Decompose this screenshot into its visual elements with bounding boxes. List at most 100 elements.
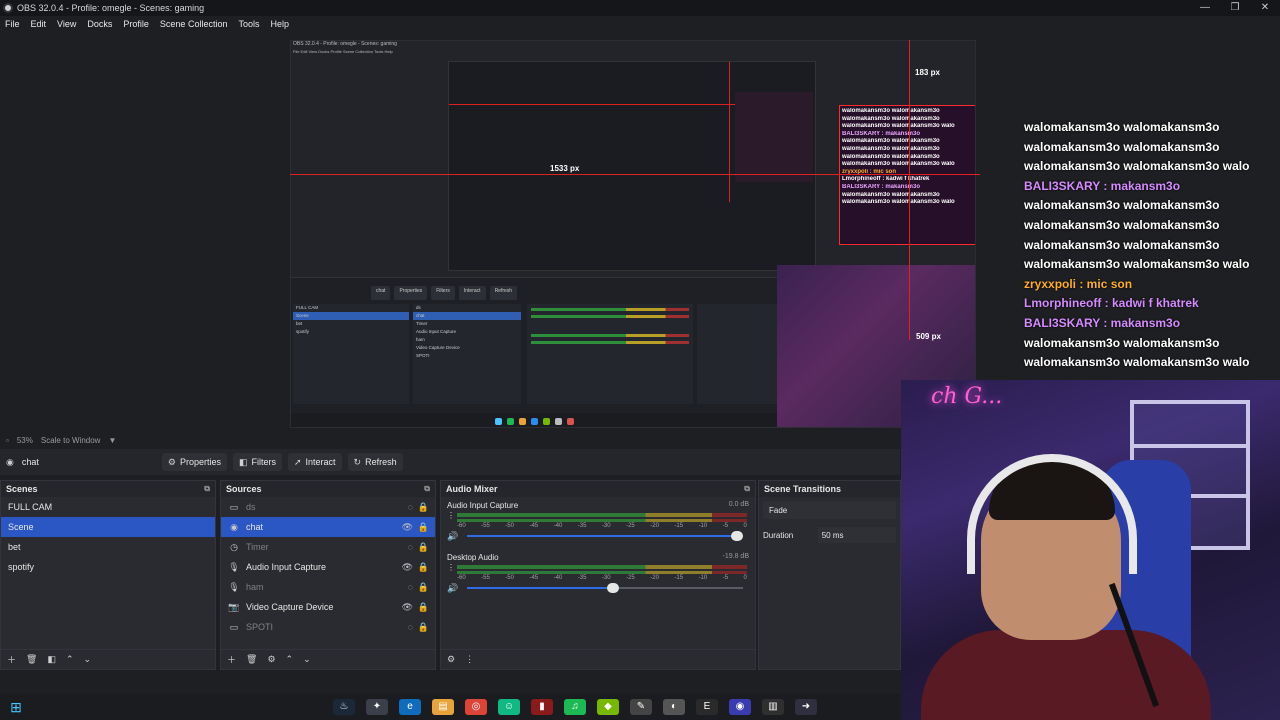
nested-source: Timer	[416, 321, 428, 326]
refresh-button[interactable]: ↻ Refresh	[347, 453, 403, 471]
windows-start-icon[interactable]: ⊞	[0, 699, 32, 716]
app-icon[interactable]: ◉	[729, 699, 751, 715]
visibility-eye-icon[interactable]: 👁	[402, 602, 413, 613]
steam-icon[interactable]: ♨	[333, 699, 355, 715]
volume-knob[interactable]	[606, 583, 619, 593]
gear-icon[interactable]: ⚙	[447, 654, 455, 665]
lock-icon[interactable]: 🔒	[418, 542, 429, 553]
menu-tools[interactable]: Tools	[238, 19, 259, 29]
undock-icon[interactable]: ⧉	[424, 484, 430, 494]
source-item[interactable]: ▭ SPOTI ◌ 🔒	[221, 617, 435, 637]
visibility-eye-icon[interactable]: 👁	[402, 562, 413, 573]
lock-icon[interactable]: 🔒	[418, 602, 429, 613]
app-icon[interactable]: ▮	[531, 699, 553, 715]
more-icon[interactable]: ⋮	[447, 511, 455, 520]
volume-slider[interactable]	[467, 531, 743, 541]
filters-button[interactable]: ◧ Filters	[232, 453, 282, 471]
chart-icon[interactable]: ▥	[762, 699, 784, 715]
scene-item[interactable]: bet	[1, 537, 215, 557]
chrome-icon[interactable]: ◎	[465, 699, 487, 715]
menu-docks[interactable]: Docks	[87, 19, 112, 29]
minimize-button[interactable]: —	[1190, 0, 1220, 16]
visibility-eye-icon[interactable]: ◌	[408, 542, 413, 552]
chat-overlay: walomakansm3o walomakansm3o walomakansm3o…	[1024, 118, 1280, 373]
lock-icon[interactable]: 🔒	[418, 622, 429, 633]
add-icon[interactable]: ＋	[227, 653, 236, 666]
visibility-eye-icon[interactable]: 👁	[402, 522, 413, 533]
epic-games-icon[interactable]: E	[696, 699, 718, 715]
app-icon[interactable]: ✎	[630, 699, 652, 715]
source-item[interactable]: ◷ Timer ◌ 🔒	[221, 537, 435, 557]
trash-icon[interactable]: 🗑	[246, 654, 257, 665]
meter-scale: -60 -55 -50 -45 -40 -35 -30 -25 -20 -15 -10 -5 0	[457, 523, 747, 529]
filter-icon[interactable]: ◧	[47, 654, 56, 665]
sources-list: ▭ ds ◌ 🔒 ◉ chat 👁 🔒 ◷ Timer ◌ 🔒 🎙 Audio Input Capture…	[221, 497, 435, 637]
nested-title: OBS 32.0.4 - Profile: omegle - Scenes: g…	[293, 41, 397, 47]
more-icon[interactable]: ⋮	[447, 563, 455, 572]
visibility-eye-icon[interactable]: ◌	[408, 502, 413, 512]
volume-knob[interactable]	[731, 531, 743, 541]
obs-icon[interactable]: ◐	[663, 699, 685, 715]
menu-file[interactable]: File	[5, 19, 20, 29]
source-item[interactable]: 🎙 Audio Input Capture 👁 🔒	[221, 557, 435, 577]
properties-button[interactable]: ⚙ Properties	[161, 453, 227, 471]
trash-icon[interactable]: 🗑	[26, 654, 37, 665]
source-visibility-icon: ◉	[6, 456, 14, 467]
transition-type-select[interactable]: Fade	[763, 501, 896, 519]
scene-item[interactable]: Scene	[1, 517, 215, 537]
gear-icon[interactable]: ⚙	[267, 654, 275, 665]
menu-help[interactable]: Help	[270, 19, 289, 29]
menu-scene-collection[interactable]: Scene Collection	[160, 19, 228, 29]
nvidia-icon[interactable]: ◆	[597, 699, 619, 715]
speaker-icon[interactable]: 🔊	[447, 531, 458, 542]
speaker-icon[interactable]: 🔊	[447, 583, 458, 594]
move-down-icon[interactable]: ⌄	[84, 654, 92, 665]
chat-message: walomakansm3o walomakansm3o	[1024, 139, 1220, 154]
discord-icon[interactable]: ☺	[498, 699, 520, 715]
undock-icon[interactable]: ⧉	[204, 484, 210, 494]
source-item[interactable]: ▭ ds ◌ 🔒	[221, 497, 435, 517]
duration-input[interactable]: 50 ms	[817, 527, 896, 543]
maximize-button[interactable]: ❐	[1220, 0, 1250, 16]
spotify-icon[interactable]: ♫	[564, 699, 586, 715]
windows-taskbar: ⊞ ♨ ✦ e ▤ ◎ ☺ ▮ ♫ ◆ ✎ ◐ E ◉ ▥ ➜	[0, 694, 901, 720]
move-up-icon[interactable]: ⌃	[286, 654, 294, 665]
px-label-top: 183 px	[915, 68, 940, 77]
more-icon[interactable]: ⋮	[465, 654, 474, 665]
edge-icon[interactable]: e	[399, 699, 421, 715]
visibility-eye-icon[interactable]: ◌	[408, 622, 413, 632]
source-item[interactable]: 📷 Video Capture Device 👁 🔒	[221, 597, 435, 617]
nested-taskbar-icon	[494, 417, 502, 425]
menu-view[interactable]: View	[57, 19, 76, 29]
scene-item[interactable]: spotify	[1, 557, 215, 577]
lock-icon[interactable]: 🔒	[418, 502, 429, 513]
app-icon[interactable]: ✦	[366, 699, 388, 715]
add-icon[interactable]: ＋	[7, 653, 16, 666]
move-up-icon[interactable]: ⌃	[66, 654, 74, 665]
chevron-down-icon[interactable]: ▼	[108, 436, 116, 445]
menu-edit[interactable]: Edit	[31, 19, 47, 29]
lock-icon[interactable]: 🔒	[418, 522, 429, 533]
close-button[interactable]: ✕	[1250, 0, 1280, 16]
move-down-icon[interactable]: ⌄	[303, 654, 311, 665]
lock-icon[interactable]: 🔒	[418, 562, 429, 573]
chat-message: walomakansm3o walomakansm3o	[1024, 237, 1220, 252]
visibility-eye-icon[interactable]: ◌	[408, 582, 413, 592]
nested-source: chat	[413, 312, 521, 320]
source-type-icon: ▭	[229, 621, 239, 632]
scale-mode-dropdown[interactable]: Scale to Window	[41, 436, 101, 445]
expand-icon[interactable]: ▫	[6, 436, 9, 445]
menu-profile[interactable]: Profile	[123, 19, 149, 29]
source-item[interactable]: 🎙 ham ◌ 🔒	[221, 577, 435, 597]
guide-line	[449, 104, 749, 105]
scene-item[interactable]: FULL CAM	[1, 497, 215, 517]
source-item[interactable]: ◉ chat 👁 🔒	[221, 517, 435, 537]
lock-icon[interactable]: 🔒	[418, 582, 429, 593]
volume-slider[interactable]	[467, 583, 743, 593]
folder-icon[interactable]: ▤	[432, 699, 454, 715]
interact-button[interactable]: ➚ Interact	[287, 453, 342, 471]
nested-taskbar	[291, 413, 777, 427]
undock-icon[interactable]: ⧉	[744, 484, 750, 494]
chat-message: walomakansm3o walomakansm3o	[1024, 198, 1220, 213]
app-icon[interactable]: ➜	[795, 699, 817, 715]
